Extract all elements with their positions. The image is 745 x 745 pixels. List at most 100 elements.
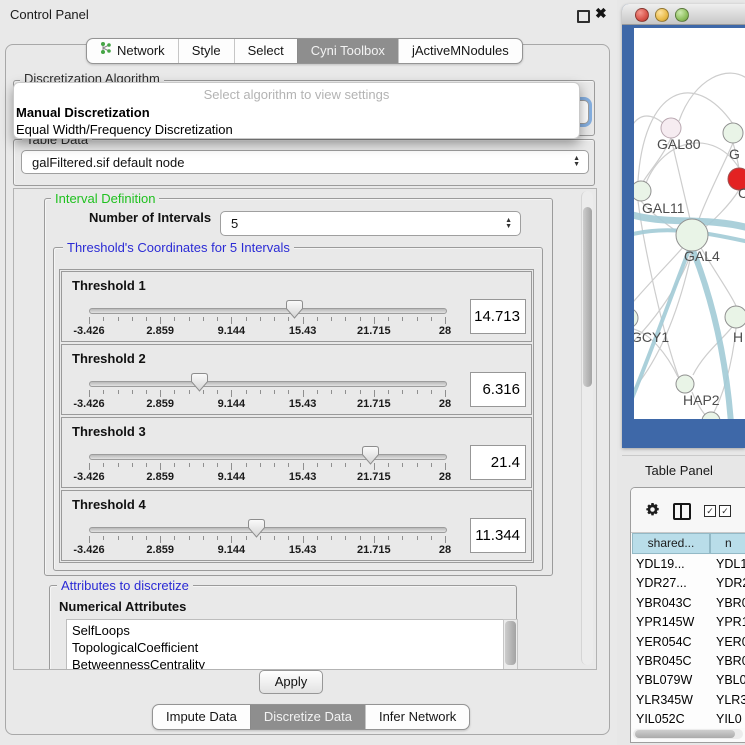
table-row[interactable]: YBR043CYBR0 — [632, 594, 745, 613]
slider-track[interactable] — [89, 308, 447, 314]
table-row[interactable]: YDR27...YDR2 — [632, 574, 745, 593]
slider-track[interactable] — [89, 381, 447, 387]
slider-thumb[interactable] — [248, 519, 265, 538]
slider-track[interactable] — [89, 454, 447, 460]
table-cell[interactable]: YLR3 — [713, 691, 745, 710]
slider-tick — [345, 536, 346, 540]
table-cell[interactable]: YBR0 — [713, 652, 745, 671]
horizontal-scrollbar[interactable] — [633, 729, 743, 739]
clipped-node-top[interactable] — [723, 123, 743, 143]
table-row[interactable]: YLR345WYLR3 — [632, 691, 745, 710]
close-traffic-light-icon[interactable] — [635, 8, 649, 22]
table-row[interactable]: YDL19...YDL1 — [632, 555, 745, 574]
threshold-4-slider[interactable]: -3.4262.8599.14415.4321.71528 — [89, 519, 445, 559]
column-header-shared-name[interactable]: shared... — [632, 533, 710, 554]
table-cell[interactable]: YER0 — [713, 633, 745, 652]
table-row[interactable]: YBR045CYBR0 — [632, 652, 745, 671]
slider-thumb[interactable] — [286, 300, 303, 319]
table-data-combobox[interactable]: galFiltered.sif default node ▲▼ — [21, 150, 589, 174]
table-cell[interactable]: YPR145W — [632, 613, 713, 632]
checkbox-icon[interactable]: ✓ — [704, 505, 716, 517]
table-cell[interactable]: YDR2 — [713, 574, 745, 593]
float-window-icon[interactable] — [577, 10, 590, 23]
tab-select[interactable]: Select — [234, 39, 297, 63]
slider-tick — [231, 390, 232, 397]
table-header-row: shared... n — [632, 533, 745, 554]
threshold-1-slider[interactable]: -3.4262.8599.14415.4321.71528 — [89, 300, 445, 340]
table-row[interactable]: YIL052CYIL0 — [632, 710, 745, 728]
slider-scale-label: 2.859 — [130, 471, 190, 483]
tab-jactivemnodules[interactable]: jActiveMNodules — [398, 39, 522, 63]
attributes-list-scrollbar-thumb[interactable] — [505, 621, 516, 665]
h-node[interactable] — [725, 306, 745, 328]
checkbox-icon[interactable]: ✓ — [719, 505, 731, 517]
tab-infer-network[interactable]: Infer Network — [365, 705, 469, 729]
threshold-3-slider[interactable]: -3.4262.8599.14415.4321.71528 — [89, 446, 445, 486]
threshold-1-value-field[interactable]: 14.713 — [470, 299, 526, 334]
slider-track[interactable] — [89, 527, 447, 533]
close-icon[interactable]: ✖ — [595, 5, 607, 22]
zoom-traffic-light-icon[interactable] — [675, 8, 689, 22]
network-window-titlebar[interactable] — [622, 4, 745, 25]
table-cell[interactable]: YPR1 — [713, 613, 745, 632]
threshold-2-value-field[interactable]: 6.316 — [470, 372, 526, 407]
table-cell[interactable]: YBL079W — [632, 671, 713, 690]
table-cell[interactable]: YBL0 — [713, 671, 745, 690]
table-cell[interactable]: YDR27... — [632, 574, 713, 593]
hap2-node[interactable] — [676, 375, 694, 393]
threshold-2-slider[interactable]: -3.4262.8599.14415.4321.71528 — [89, 373, 445, 413]
gal80-node[interactable] — [661, 118, 681, 138]
tab-impute-data[interactable]: Impute Data — [153, 705, 250, 729]
number-of-intervals-combobox[interactable]: 5 ▲▼ — [220, 211, 521, 236]
clipped-node-bottom[interactable] — [702, 412, 720, 419]
columns-icon[interactable] — [673, 503, 691, 520]
numerical-attributes-list[interactable]: SelfLoopsTopologicalCoefficientBetweenne… — [66, 619, 505, 670]
slider-thumb[interactable] — [191, 373, 208, 392]
gal4-node[interactable] — [676, 219, 708, 251]
gear-icon[interactable] — [645, 502, 660, 522]
table-cell[interactable]: YLR345W — [632, 691, 713, 710]
slider-tick — [345, 317, 346, 321]
tab-discretize-data[interactable]: Discretize Data — [250, 705, 365, 729]
tab-style[interactable]: Style — [178, 39, 234, 63]
attribute-item[interactable]: SelfLoops — [67, 622, 504, 639]
vertical-scrollbar[interactable] — [581, 191, 593, 665]
table-row[interactable]: YER054CYER0 — [632, 633, 745, 652]
table-cell[interactable]: YBR043C — [632, 594, 713, 613]
gcy1-node[interactable] — [634, 308, 638, 328]
network-view-window[interactable]: GAL80GCGAL11GAL4GCY1HHAP2 — [622, 4, 745, 448]
algorithm-option-equal-width[interactable]: Equal Width/Frequency Discretization — [14, 121, 579, 138]
threshold-3-value-field[interactable]: 21.4 — [470, 445, 526, 480]
network-canvas[interactable]: GAL80GCGAL11GAL4GCY1HHAP2 — [634, 28, 745, 419]
algorithm-option-manual[interactable]: Manual Discretization — [14, 104, 579, 121]
attributes-list-scrollbar[interactable] — [503, 619, 518, 670]
column-header-name[interactable]: n — [710, 533, 745, 554]
table-row[interactable]: YBL079WYBL0 — [632, 671, 745, 690]
gal11-node[interactable] — [634, 181, 651, 201]
slider-scale-label: 9.144 — [201, 398, 261, 410]
tab-network[interactable]: Network — [87, 39, 178, 63]
attribute-item[interactable]: TopologicalCoefficient — [67, 639, 504, 656]
slider-tick — [431, 317, 432, 321]
vertical-scrollbar-thumb[interactable] — [583, 207, 592, 387]
slider-thumb[interactable] — [362, 446, 379, 465]
table-cell[interactable]: YER054C — [632, 633, 713, 652]
table-cell[interactable]: YBR045C — [632, 652, 713, 671]
slider-tick — [317, 536, 318, 540]
apply-button[interactable]: Apply — [259, 670, 323, 694]
table-cell[interactable]: YIL052C — [632, 710, 713, 728]
table-rows[interactable]: YDL19...YDL1YDR27...YDR2YBR043CYBR0YPR14… — [632, 555, 745, 728]
slider-scale-label: 9.144 — [201, 325, 261, 337]
table-cell[interactable]: YDL19... — [632, 555, 713, 574]
threshold-4-value-field[interactable]: 11.344 — [470, 518, 526, 553]
tab-cyni-toolbox[interactable]: Cyni Toolbox — [297, 39, 398, 63]
horizontal-scrollbar-thumb[interactable] — [635, 730, 735, 738]
tab-jactivemnodules-label: jActiveMNodules — [412, 39, 509, 63]
table-row[interactable]: YPR145WYPR1 — [632, 613, 745, 632]
minimize-traffic-light-icon[interactable] — [655, 8, 669, 22]
slider-tick — [217, 390, 218, 394]
table-cell[interactable]: YBR0 — [713, 594, 745, 613]
table-cell[interactable]: YIL0 — [713, 710, 745, 728]
table-cell[interactable]: YDL1 — [713, 555, 745, 574]
attribute-item[interactable]: BetweennessCentrality — [67, 656, 504, 670]
